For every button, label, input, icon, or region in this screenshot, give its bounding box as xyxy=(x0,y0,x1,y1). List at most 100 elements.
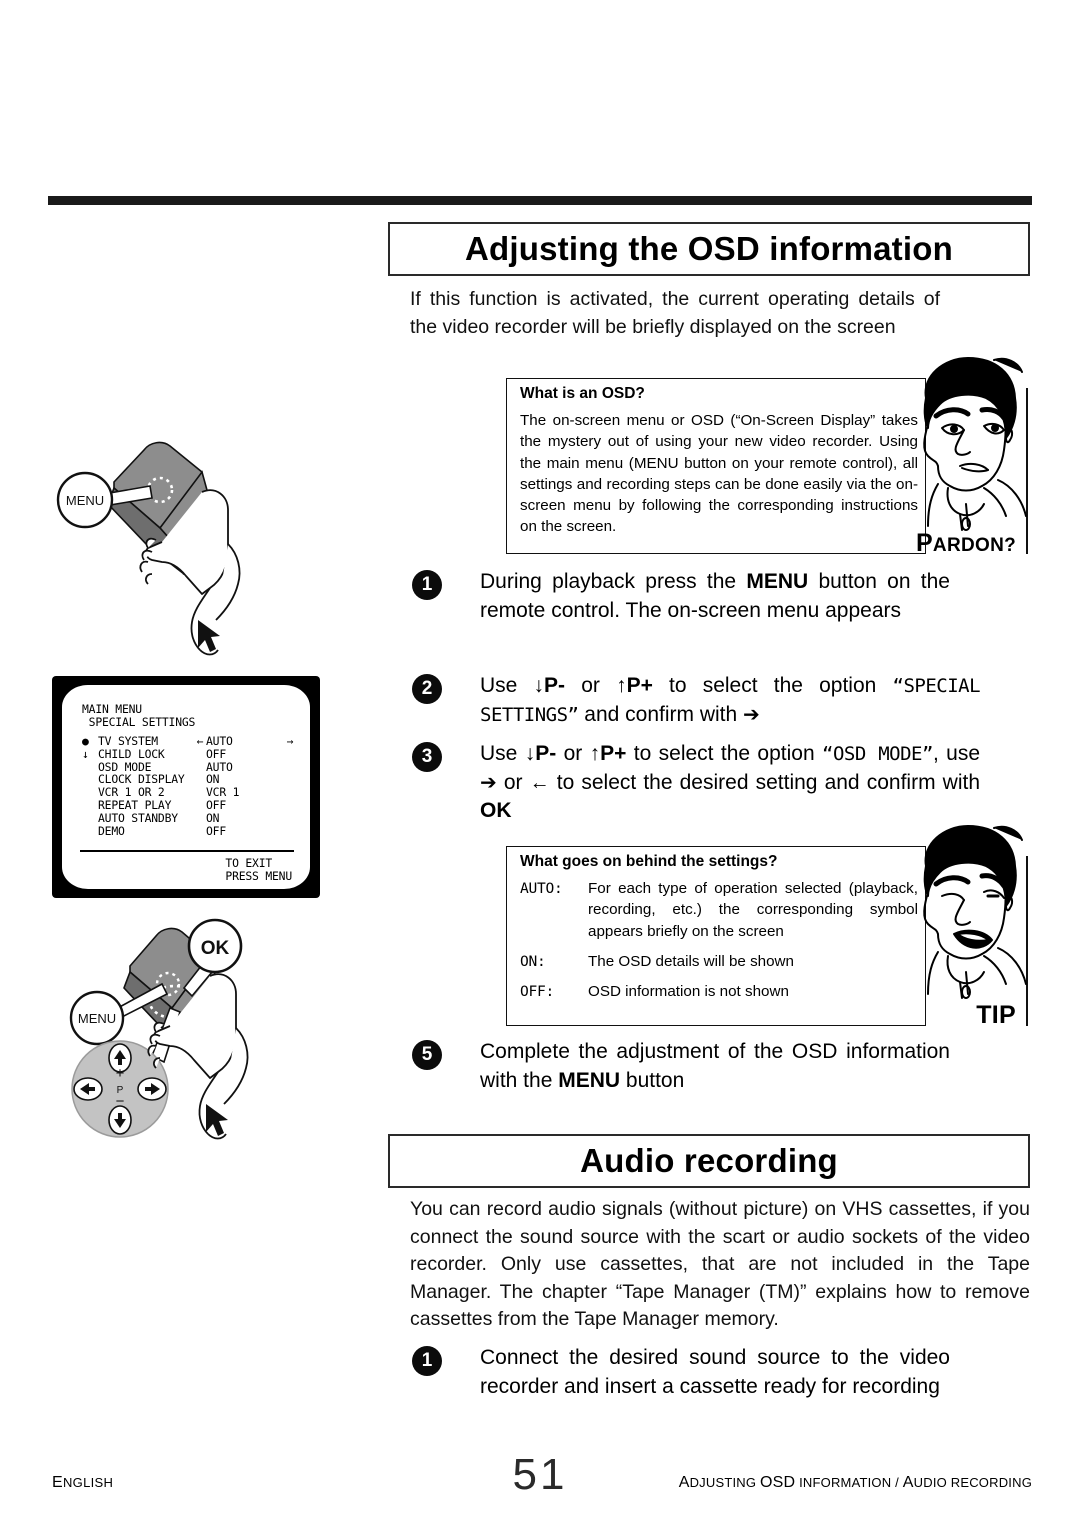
osd-heading: MAIN MENU SPECIAL SETTINGS xyxy=(82,703,195,729)
osd-row-value: ON xyxy=(206,810,220,825)
footer-section-first: A xyxy=(678,1474,690,1491)
audio-paragraph: You can record audio signals (without pi… xyxy=(410,1198,1030,1330)
footer-section-rest3: UDIO RECORDING xyxy=(913,1475,1032,1490)
footer-section-a2: A xyxy=(902,1474,914,1491)
footer-section-rest: DJUSTING xyxy=(689,1475,760,1490)
pardon-caption: PARDON? xyxy=(916,529,1016,558)
tip-term: AUTO: xyxy=(520,880,563,897)
pardon-caption-rest: ARDON? xyxy=(932,535,1016,556)
step1-key-menu: MENU xyxy=(746,570,809,593)
info-box-behind-settings: What goes on behind the settings? AUTO: … xyxy=(506,825,1028,1029)
step-number-badge: 1 xyxy=(412,1346,442,1376)
footer-section-osd: OSD xyxy=(760,1474,796,1491)
step3-text-c: , use xyxy=(932,742,980,765)
callout-ok-label: OK xyxy=(201,938,230,959)
osd-screen-inner: MAIN MENU SPECIAL SETTINGS ● TV SYSTEM ←… xyxy=(62,685,310,889)
step3-option-name: “OSD MODE” xyxy=(822,743,933,765)
callout-menu-label: MENU xyxy=(66,493,104,508)
tip-desc: For each type of operation selected (pla… xyxy=(588,880,918,940)
step3-text-e: to select the desired setting and confir… xyxy=(549,770,981,794)
osd-row-marker: ↓ xyxy=(82,746,89,761)
pad-plus-label: + xyxy=(116,1065,125,1082)
osd-heading-line2: SPECIAL SETTINGS xyxy=(82,714,196,729)
tip-desc: The OSD details will be shown xyxy=(588,952,794,970)
osd-exit-line2: PRESS MENU xyxy=(225,868,292,883)
step5-text-a: Complete the adjustment of the OSD infor… xyxy=(480,1040,950,1092)
step1-text-a: During playback press the xyxy=(480,570,747,593)
step2-text-mid: or xyxy=(565,674,617,697)
osd-row-label: DEMO xyxy=(98,823,125,838)
pardon-caption-first: P xyxy=(915,529,933,557)
section-title-osd: Adjusting the OSD information xyxy=(388,222,1030,276)
step3-text-b: to select the option xyxy=(626,742,823,765)
osd-row-value: AUTO xyxy=(206,734,233,748)
tip-face-illustration xyxy=(902,822,1030,1022)
info-box-heading: What is an OSD? xyxy=(520,385,645,402)
step-text: Use ↓P- or ↑P+ to select the option “OSD… xyxy=(480,740,980,826)
arrow-right-icon: ➔ xyxy=(743,703,760,726)
key-p-up-icon: ↑P+ xyxy=(589,742,627,765)
tip-row-off: OFF: OSD information is not shown xyxy=(520,981,918,1002)
step-number-badge: 1 xyxy=(412,570,442,600)
step3-text-d: or xyxy=(496,770,530,794)
tip-caption: TIP xyxy=(976,1001,1016,1029)
intro-paragraph: If this function is activated, the curre… xyxy=(410,288,940,338)
arrow-left-icon: ← xyxy=(529,771,550,794)
tip-row-on: ON: The OSD details will be shown xyxy=(520,951,918,972)
key-ok: OK xyxy=(480,799,512,822)
osd-row-tv-system[interactable]: ● TV SYSTEM ← AUTO → xyxy=(82,735,296,748)
step-text: Use ↓P- or ↑P+ to select the option “SPE… xyxy=(480,672,981,729)
osd-row-value: OFF xyxy=(206,823,226,838)
step2-text-b: to select the option xyxy=(652,674,893,697)
step-number-badge: 2 xyxy=(412,674,442,704)
osd-row-label: AUTO STANDBY xyxy=(98,810,178,825)
step2-text-a: Use xyxy=(480,674,534,697)
osd-row-child-lock[interactable]: ↓ CHILD LOCK OFF xyxy=(82,746,296,761)
pardon-face-illustration xyxy=(902,354,1030,554)
step-number-badge: 5 xyxy=(412,1040,442,1070)
osd-exit-hint: TO EXIT PRESS MENU xyxy=(225,857,292,883)
section-title-audio: Audio recording xyxy=(388,1134,1030,1188)
osd-settings-list: ● TV SYSTEM ← AUTO → ↓ CHILD LOCK OFF OS… xyxy=(82,735,296,837)
step-text: Connect the desired sound source to the … xyxy=(480,1346,950,1398)
key-p-up-icon: ↑P+ xyxy=(616,674,653,697)
step-text: During playback press the MENU button on… xyxy=(480,568,950,625)
footer-section-reference: ADJUSTING OSD INFORMATION / AUDIO RECORD… xyxy=(679,1474,1032,1492)
osd-heading-line1: MAIN MENU xyxy=(82,702,142,716)
osd-exit-line1: TO EXIT xyxy=(225,856,273,870)
osd-screen-graphic: MAIN MENU SPECIAL SETTINGS ● TV SYSTEM ←… xyxy=(52,676,320,898)
info-box-body: The on-screen menu or OSD (“On-Screen Di… xyxy=(520,412,918,536)
tip-term: OFF: xyxy=(520,983,554,1001)
osd-divider xyxy=(80,850,294,852)
osd-row-repeat-play[interactable]: REPEAT PLAY OFF xyxy=(82,799,296,812)
osd-row-marker: ● xyxy=(82,734,89,748)
osd-arrow-right-icon[interactable]: → xyxy=(284,735,296,748)
key-p-down-icon: ↓P- xyxy=(524,742,557,765)
tip-desc: OSD information is not shown xyxy=(588,983,789,1001)
info-box-what-is-osd: What is an OSD? The on-screen menu or OS… xyxy=(506,357,1028,557)
pad-p-label: P xyxy=(117,1085,124,1096)
remote-illustration-menu: MENU xyxy=(52,424,322,668)
tip-row-auto: AUTO: For each type of operation selecte… xyxy=(520,878,918,942)
page-footer: ENGLISH 51 ADJUSTING OSD INFORMATION / A… xyxy=(0,1450,1080,1506)
remote-illustration-navigation: OK MENU + − P xyxy=(52,906,322,1156)
tip-term: ON: xyxy=(520,952,546,970)
step3-text-a: Use xyxy=(480,742,525,765)
callout-menu-label: MENU xyxy=(78,1011,116,1026)
osd-row-value: OFF xyxy=(206,746,226,761)
info-box-body: AUTO: For each type of operation selecte… xyxy=(520,878,918,1011)
top-rule-divider xyxy=(48,196,1032,205)
step5-text-b: button xyxy=(620,1068,685,1092)
osd-row-label: TV SYSTEM xyxy=(98,734,158,748)
arrow-right-icon: ➔ xyxy=(480,771,497,794)
step-number-badge: 3 xyxy=(412,742,442,772)
osd-arrow-left-icon[interactable]: ← xyxy=(194,735,206,748)
osd-row-auto-standby[interactable]: AUTO STANDBY ON xyxy=(82,810,296,825)
osd-row-label: CHILD LOCK xyxy=(98,746,165,761)
key-p-down-icon: ↓P- xyxy=(533,674,566,697)
osd-row-value: OFF xyxy=(206,797,226,812)
manual-page: Adjusting the OSD information If this fu… xyxy=(0,0,1080,1528)
osd-row-demo[interactable]: DEMO OFF xyxy=(82,823,296,838)
footer-section-rest2: INFORMATION / xyxy=(795,1475,903,1490)
step2-text-c: and confirm with xyxy=(578,702,744,726)
